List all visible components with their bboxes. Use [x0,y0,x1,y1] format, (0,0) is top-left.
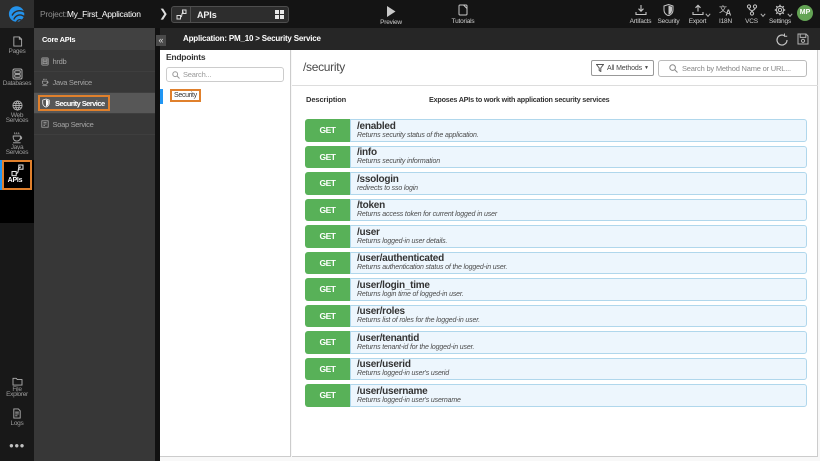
svg-text:A: A [726,9,732,17]
